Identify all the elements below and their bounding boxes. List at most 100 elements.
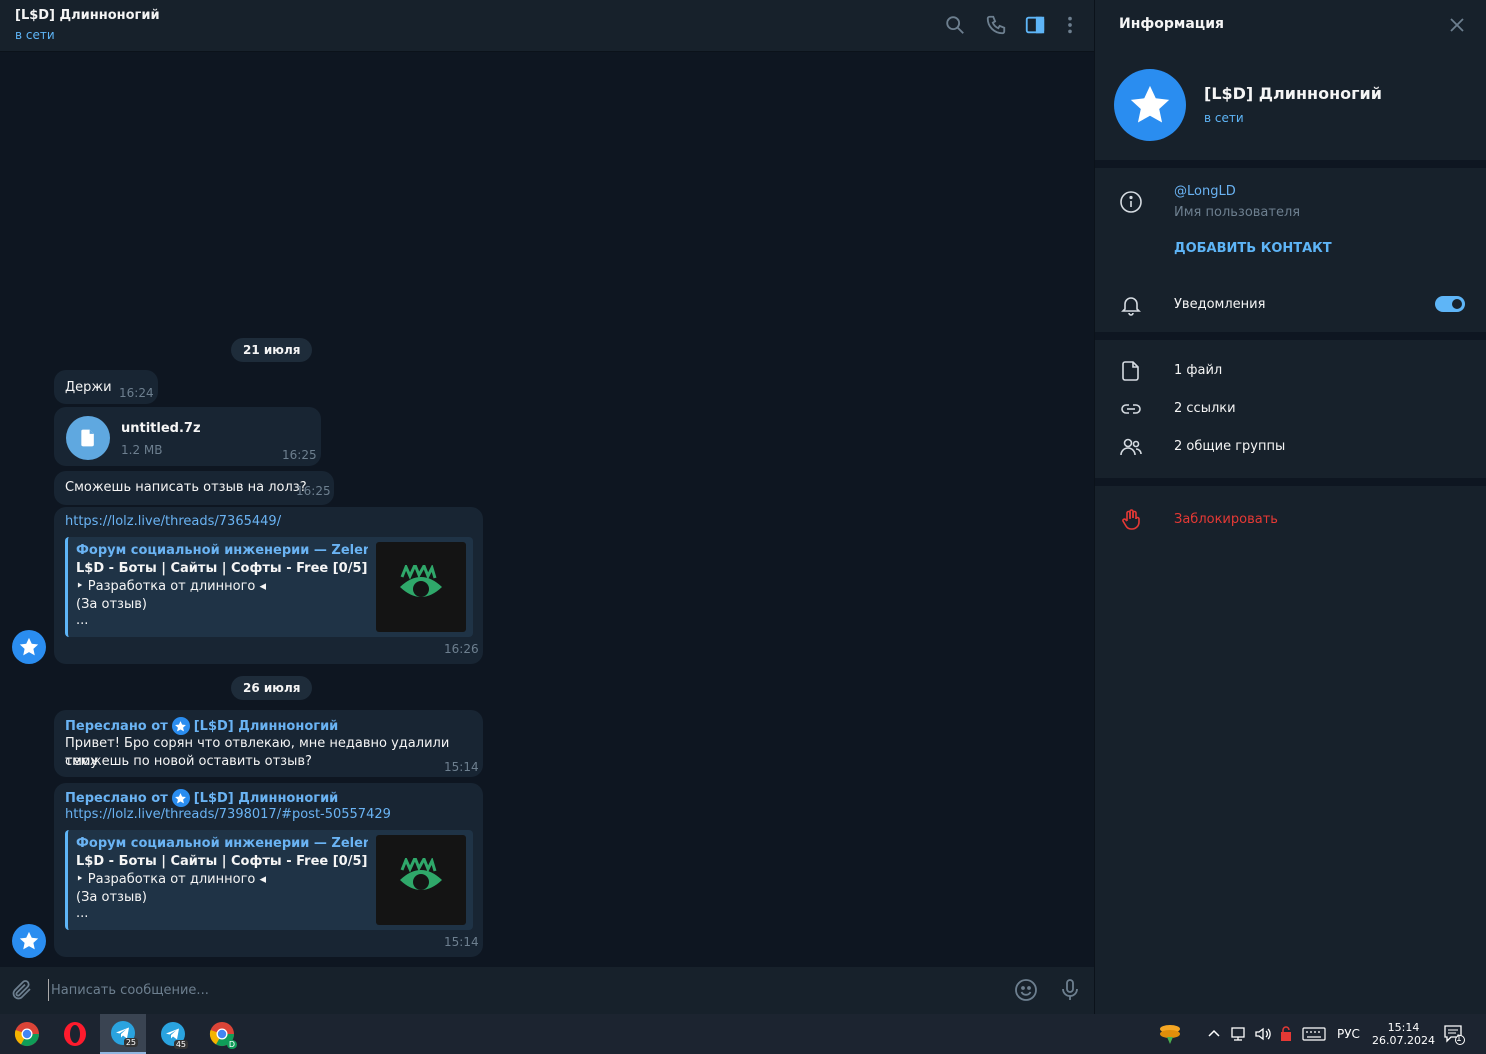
preview-description: ‣ Разработка от длинного ◂ [76, 872, 267, 887]
notifications-label: Уведомления [1174, 297, 1266, 312]
link-preview[interactable]: Форум социальной инженерии — Zelenka....… [65, 830, 473, 930]
message-bubble[interactable]: Держи 16:24 [54, 370, 158, 404]
volume-icon[interactable] [1254, 1014, 1272, 1054]
message-input[interactable] [48, 979, 988, 1001]
file-download-icon[interactable] [66, 416, 110, 460]
message-text: Сможешь написать отзыв на лолз? [65, 480, 307, 495]
preview-thumbnail [376, 835, 466, 925]
search-icon[interactable] [944, 14, 966, 36]
message-time: 16:24 [119, 386, 154, 400]
emoji-icon[interactable] [1014, 978, 1038, 1002]
link-icon [1119, 397, 1143, 421]
info-icon [1119, 190, 1143, 214]
microphone-icon[interactable] [1058, 978, 1082, 1002]
info-panel-title: Информация [1119, 16, 1224, 32]
clock[interactable]: 15:14 26.07.2024 [1372, 1014, 1435, 1054]
username-caption: Имя пользователя [1174, 205, 1301, 220]
username-value[interactable]: @LongLD [1174, 184, 1236, 199]
chat-header: [L$D] Длинноногий в сети [0, 0, 1094, 52]
keyboard-icon[interactable] [1302, 1014, 1326, 1054]
chrome-profile-taskbar-icon[interactable]: D [199, 1014, 245, 1054]
message-text: Держи [65, 380, 112, 395]
message-link[interactable]: https://lolz.live/threads/7398017/#post-… [65, 807, 391, 822]
taskbar-badge: 25 [123, 1038, 138, 1047]
preview-description: ‣ Разработка от длинного ◂ [76, 579, 267, 594]
link-preview[interactable]: Форум социальной инженерии — Zelenka....… [65, 537, 473, 637]
forwarded-header[interactable]: Переслано от [L$D] Длинноногий [65, 717, 338, 735]
preview-description: (За отзыв) [76, 890, 147, 905]
opera-taskbar-icon[interactable] [52, 1014, 98, 1054]
message-link[interactable]: https://lolz.live/threads/7365449/ [65, 514, 281, 529]
section-divider [1095, 332, 1486, 340]
notifications-center-icon[interactable]: 1 [1443, 1014, 1465, 1054]
preview-description: ... [76, 613, 89, 628]
telegram-taskbar-icon[interactable]: 45 [150, 1014, 196, 1054]
taskbar-badge: 45 [173, 1040, 188, 1049]
sidebar-toggle-icon[interactable] [1024, 14, 1046, 36]
notifications-toggle[interactable] [1435, 296, 1465, 312]
preview-title: L$D - Боты | Сайты | Софты - Free [0/5] [76, 561, 368, 576]
telegram-taskbar-icon[interactable]: 25 [100, 1014, 146, 1054]
shared-links-item[interactable]: 2 ссылки [1174, 401, 1236, 416]
section-divider [1095, 478, 1486, 486]
chevron-up-icon[interactable] [1206, 1014, 1222, 1054]
forwarded-label: Переслано от [65, 718, 168, 734]
add-contact-button[interactable]: ДОБАВИТЬ КОНТАКТ [1174, 241, 1332, 256]
attach-icon[interactable] [10, 978, 34, 1002]
taskbar-badge: D [226, 1040, 237, 1049]
forwarded-sender: [L$D] Длинноногий [193, 790, 339, 806]
phone-icon[interactable] [985, 14, 1007, 36]
preview-thumbnail [376, 542, 466, 632]
message-time: 15:14 [444, 935, 479, 949]
toggle-knob [1450, 297, 1464, 311]
language-text: РУС [1337, 1027, 1360, 1041]
block-user-button[interactable]: Заблокировать [1174, 512, 1278, 527]
message-bubble[interactable]: Сможешь написать отзыв на лолз? 16:25 [54, 471, 334, 505]
notifications-count: 1 [1456, 1034, 1462, 1044]
chrome-taskbar-icon[interactable] [4, 1014, 50, 1054]
forwarded-label: Переслано от [65, 790, 168, 806]
message-time: 16:25 [282, 448, 317, 462]
link-message[interactable]: https://lolz.live/threads/7365449/ Форум… [54, 507, 483, 664]
group-icon [1119, 435, 1143, 459]
message-composer [0, 967, 1094, 1014]
file-size: 1.2 MB [121, 443, 163, 457]
profile-name: [L$D] Длинноногий [1204, 84, 1382, 103]
clock-time: 15:14 [1387, 1021, 1420, 1034]
preview-description: (За отзыв) [76, 597, 147, 612]
info-panel: Информация [L$D] Длинноногий в сети @Lon… [1094, 0, 1486, 1014]
common-groups-item[interactable]: 2 общие группы [1174, 439, 1285, 454]
forwarded-sender: [L$D] Длинноногий [193, 718, 339, 734]
tray-app-icon[interactable] [1158, 1014, 1182, 1054]
forwarded-link-message[interactable]: Переслано от [L$D] Длинноногий https://l… [54, 783, 483, 957]
chat-title[interactable]: [L$D] Длинноногий [15, 8, 160, 23]
chat-area: 21 июля Держи 16:24 untitled.7z 1.2 MB 1… [0, 52, 1094, 967]
network-icon[interactable] [1230, 1014, 1248, 1054]
section-divider [1095, 160, 1486, 168]
preview-site-name: Форум социальной инженерии — Zelenka.... [76, 836, 368, 851]
profile-avatar[interactable] [1114, 69, 1186, 141]
preview-site-name: Форум социальной инженерии — Zelenka.... [76, 543, 368, 558]
star-icon [171, 789, 190, 807]
forwarded-header[interactable]: Переслано от [L$D] Длинноногий [65, 789, 338, 807]
shared-files-item[interactable]: 1 файл [1174, 363, 1222, 378]
bell-icon [1119, 293, 1143, 317]
block-hand-icon [1119, 508, 1143, 532]
forwarded-message[interactable]: Переслано от [L$D] Длинноногий Привет! Б… [54, 710, 483, 777]
chat-status: в сети [15, 28, 55, 42]
sender-avatar[interactable] [12, 630, 46, 664]
sender-avatar[interactable] [12, 924, 46, 958]
file-icon [1119, 359, 1143, 383]
date-separator: 26 июля [231, 676, 313, 700]
security-alert-icon[interactable] [1278, 1014, 1294, 1054]
close-icon[interactable] [1448, 16, 1466, 34]
more-menu-icon[interactable] [1059, 14, 1081, 36]
file-name: untitled.7z [121, 421, 201, 436]
message-text: сможешь по новой оставить отзыв? [65, 754, 312, 769]
clock-date: 26.07.2024 [1372, 1034, 1435, 1047]
profile-status: в сети [1204, 111, 1244, 125]
message-time: 15:14 [444, 760, 479, 774]
file-message[interactable]: untitled.7z 1.2 MB 16:25 [54, 407, 321, 466]
message-time: 16:26 [444, 642, 479, 656]
language-indicator[interactable]: РУС [1337, 1014, 1360, 1054]
